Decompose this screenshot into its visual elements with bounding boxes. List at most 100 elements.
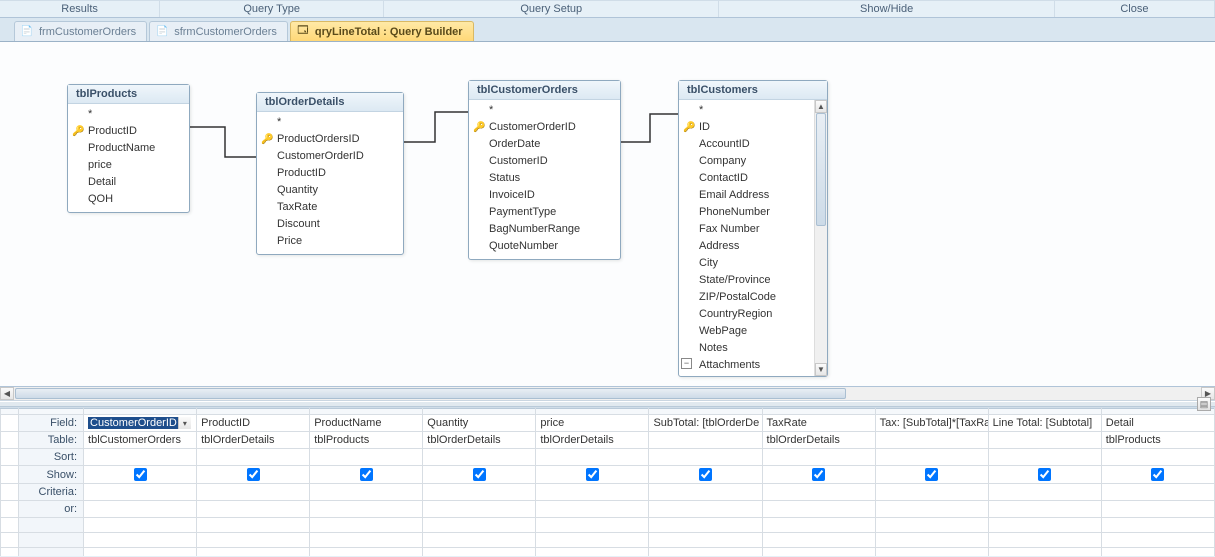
- field-address[interactable]: Address: [679, 238, 814, 255]
- qbe-row-show: Show:: [1, 466, 1215, 484]
- form-icon: 📄: [154, 24, 170, 40]
- field-id[interactable]: 🔑ID: [679, 119, 814, 136]
- field-quotenumber[interactable]: QuoteNumber: [469, 238, 620, 255]
- qbe-cell-table[interactable]: tblProducts: [1101, 432, 1214, 449]
- field-star[interactable]: *: [679, 102, 814, 119]
- table-tblcustomerorders[interactable]: tblCustomerOrders * 🔑CustomerOrderID Ord…: [468, 80, 621, 260]
- query-design-canvas[interactable]: tblProducts * 🔑ProductID ProductName pri…: [0, 42, 1215, 387]
- field-emailaddress[interactable]: Email Address: [679, 187, 814, 204]
- field-detail[interactable]: Detail: [68, 174, 189, 191]
- field-notes[interactable]: Notes: [679, 340, 814, 357]
- show-checkbox[interactable]: [473, 468, 486, 481]
- scroll-up-icon[interactable]: ▲: [815, 100, 827, 113]
- field-contactid[interactable]: ContactID: [679, 170, 814, 187]
- qbe-row-sort: Sort:: [1, 449, 1215, 466]
- show-checkbox[interactable]: [360, 468, 373, 481]
- row-label-field: Field:: [19, 415, 84, 432]
- field-star[interactable]: *: [68, 106, 189, 123]
- field-customerorderid[interactable]: CustomerOrderID: [257, 148, 403, 165]
- pane-splitter[interactable]: ▤: [0, 401, 1215, 407]
- tab-qrylinetotal[interactable]: 🗔 qryLineTotal : Query Builder: [290, 21, 474, 41]
- show-checkbox[interactable]: [699, 468, 712, 481]
- qbe-cell-field[interactable]: TaxRate: [762, 415, 875, 432]
- qbe-cell-field[interactable]: CustomerOrderID▾: [84, 415, 197, 432]
- primary-key-icon: 🔑: [683, 120, 695, 135]
- show-checkbox[interactable]: [812, 468, 825, 481]
- show-checkbox[interactable]: [1151, 468, 1164, 481]
- scroll-thumb[interactable]: [816, 113, 826, 226]
- field-customerid[interactable]: CustomerID: [469, 153, 620, 170]
- field-faxnumber[interactable]: Fax Number: [679, 221, 814, 238]
- field-star[interactable]: *: [469, 102, 620, 119]
- qbe-cell-table[interactable]: tblOrderDetails: [762, 432, 875, 449]
- primary-key-icon: 🔑: [473, 120, 485, 135]
- qbe-cell-field[interactable]: SubTotal: [tblOrderDe: [649, 415, 762, 432]
- field-customerorderid[interactable]: 🔑CustomerOrderID: [469, 119, 620, 136]
- field-productid[interactable]: 🔑ProductID: [68, 123, 189, 140]
- field-paymenttype[interactable]: PaymentType: [469, 204, 620, 221]
- show-checkbox[interactable]: [586, 468, 599, 481]
- show-checkbox[interactable]: [134, 468, 147, 481]
- qbe-row-criteria: Criteria:: [1, 484, 1215, 501]
- qbe-grid[interactable]: Field: CustomerOrderID▾ ProductID Produc…: [0, 407, 1215, 556]
- dropdown-icon[interactable]: ▾: [178, 417, 191, 429]
- tab-frmcustomerorders[interactable]: 📄 frmCustomerOrders: [14, 21, 147, 41]
- qbe-cell-show[interactable]: [84, 466, 197, 484]
- expand-minus-icon[interactable]: −: [681, 358, 692, 369]
- table-tblorderdetails[interactable]: tblOrderDetails * 🔑ProductOrdersID Custo…: [256, 92, 404, 255]
- field-countryregion[interactable]: CountryRegion: [679, 306, 814, 323]
- qbe-cell-table[interactable]: [988, 432, 1101, 449]
- field-taxrate[interactable]: TaxRate: [257, 199, 403, 216]
- field-attachments[interactable]: − Attachments: [679, 357, 814, 374]
- field-discount[interactable]: Discount: [257, 216, 403, 233]
- field-price[interactable]: price: [68, 157, 189, 174]
- field-productid[interactable]: ProductID: [257, 165, 403, 182]
- scroll-down-icon[interactable]: ▼: [815, 363, 827, 376]
- field-phonenumber[interactable]: PhoneNumber: [679, 204, 814, 221]
- field-stateprovince[interactable]: State/Province: [679, 272, 814, 289]
- qbe-cell-table[interactable]: [649, 432, 762, 449]
- qbe-cell-field[interactable]: Quantity: [423, 415, 536, 432]
- table-tblproducts[interactable]: tblProducts * 🔑ProductID ProductName pri…: [67, 84, 190, 213]
- table-scrollbar[interactable]: ▲ ▼: [814, 100, 827, 376]
- qbe-row-field: Field: CustomerOrderID▾ ProductID Produc…: [1, 415, 1215, 432]
- qbe-cell-table[interactable]: tblProducts: [310, 432, 423, 449]
- scroll-left-icon[interactable]: ◀: [0, 387, 14, 400]
- show-checkbox[interactable]: [1038, 468, 1051, 481]
- field-webpage[interactable]: WebPage: [679, 323, 814, 340]
- field-price[interactable]: Price: [257, 233, 403, 250]
- field-city[interactable]: City: [679, 255, 814, 272]
- field-orderdate[interactable]: OrderDate: [469, 136, 620, 153]
- qbe-cell-table[interactable]: tblOrderDetails: [536, 432, 649, 449]
- show-checkbox[interactable]: [247, 468, 260, 481]
- qbe-cell-field[interactable]: price: [536, 415, 649, 432]
- qbe-cell-table[interactable]: tblOrderDetails: [423, 432, 536, 449]
- qbe-cell-field[interactable]: Detail: [1101, 415, 1214, 432]
- field-company[interactable]: Company: [679, 153, 814, 170]
- field-bagnumberrange[interactable]: BagNumberRange: [469, 221, 620, 238]
- field-status[interactable]: Status: [469, 170, 620, 187]
- field-invoiceid[interactable]: InvoiceID: [469, 187, 620, 204]
- qbe-cell-table[interactable]: tblCustomerOrders: [84, 432, 197, 449]
- field-attachments-file[interactable]: Attachments.File: [679, 374, 814, 376]
- qbe-cell-table[interactable]: [875, 432, 988, 449]
- field-accountid[interactable]: AccountID: [679, 136, 814, 153]
- canvas-hscrollbar[interactable]: ◀ ▶: [0, 387, 1215, 401]
- field-productname[interactable]: ProductName: [68, 140, 189, 157]
- qbe-cell-field[interactable]: ProductID: [197, 415, 310, 432]
- qbe-cell-table[interactable]: tblOrderDetails: [197, 432, 310, 449]
- field-quantity[interactable]: Quantity: [257, 182, 403, 199]
- field-star[interactable]: *: [257, 114, 403, 131]
- splitter-grip-icon[interactable]: ▤: [1197, 397, 1211, 411]
- qbe-cell-field[interactable]: ProductName: [310, 415, 423, 432]
- tab-sfrmcustomerorders[interactable]: 📄 sfrmCustomerOrders: [149, 21, 288, 41]
- field-qoh[interactable]: QOH: [68, 191, 189, 208]
- qbe-cell-field[interactable]: Line Total: [Subtotal]: [988, 415, 1101, 432]
- field-zippostalcode[interactable]: ZIP/PostalCode: [679, 289, 814, 306]
- qbe-cell-field[interactable]: Tax: [SubTotal]*[TaxRa: [875, 415, 988, 432]
- field-productordersid[interactable]: 🔑ProductOrdersID: [257, 131, 403, 148]
- show-checkbox[interactable]: [925, 468, 938, 481]
- table-tblcustomers[interactable]: tblCustomers * 🔑ID AccountID Company Con…: [678, 80, 828, 377]
- scroll-thumb[interactable]: [15, 388, 846, 399]
- qbe-cell-sort[interactable]: [84, 449, 197, 466]
